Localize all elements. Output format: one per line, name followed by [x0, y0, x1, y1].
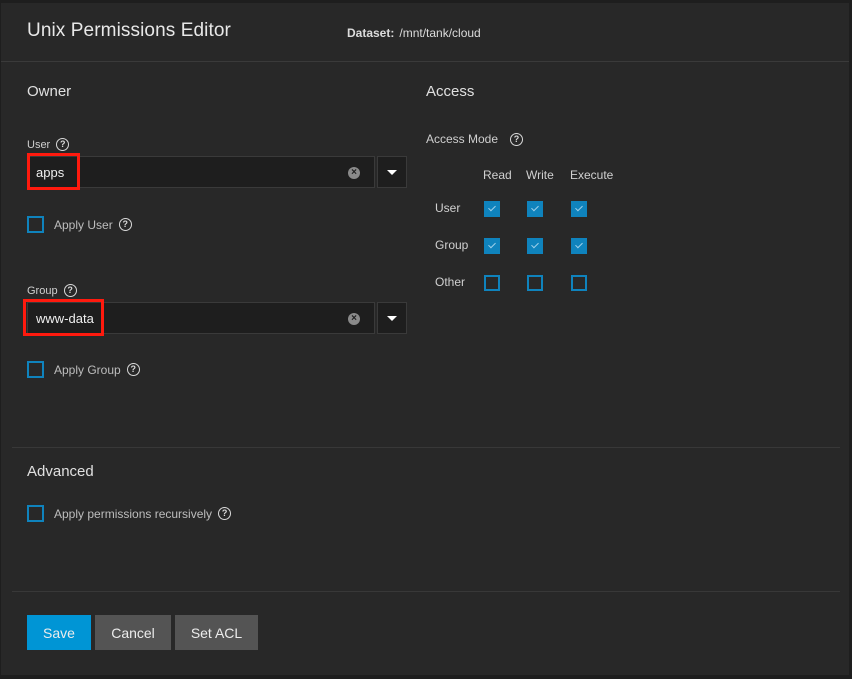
- section-divider: [12, 447, 840, 448]
- apply-group-label: Apply Group: [54, 362, 121, 377]
- page-title: Unix Permissions Editor: [27, 20, 231, 41]
- apply-user-label: Apply User: [54, 217, 113, 232]
- user-select[interactable]: apps ×: [27, 156, 375, 188]
- help-icon[interactable]: ?: [510, 132, 524, 146]
- cancel-button[interactable]: Cancel: [95, 615, 171, 650]
- group-read-checkbox[interactable]: [484, 238, 500, 254]
- dialog-header: Unix Permissions Editor Dataset: /mnt/tan…: [1, 3, 849, 62]
- help-icon[interactable]: ?: [63, 284, 77, 297]
- owner-section-title: Owner: [27, 83, 72, 100]
- help-icon[interactable]: ?: [126, 363, 140, 376]
- row-label-other: Other: [435, 275, 466, 289]
- set-acl-button[interactable]: Set ACL: [175, 615, 258, 650]
- dataset-path: /mnt/tank/cloud: [399, 26, 481, 40]
- actions-divider: [12, 591, 840, 592]
- help-icon[interactable]: ?: [218, 507, 232, 520]
- group-write-checkbox[interactable]: [527, 238, 543, 254]
- other-read-checkbox[interactable]: [484, 275, 500, 291]
- user-field-label: User ?: [27, 138, 70, 151]
- column-header-execute: Execute: [570, 168, 614, 182]
- user-read-checkbox[interactable]: [484, 201, 500, 217]
- help-icon[interactable]: ?: [56, 138, 70, 151]
- user-write-checkbox[interactable]: [527, 201, 543, 217]
- dataset-label: Dataset:: [347, 26, 395, 40]
- column-header-read: Read: [483, 168, 512, 182]
- group-value: www-data: [36, 311, 94, 326]
- group-label: Group: [27, 284, 58, 297]
- save-button[interactable]: Save: [27, 615, 91, 650]
- clear-icon[interactable]: ×: [348, 313, 360, 325]
- access-mode-label-row: Access Mode ?: [426, 132, 524, 146]
- column-header-write: Write: [526, 168, 554, 182]
- apply-user-checkbox[interactable]: [27, 216, 44, 233]
- other-write-checkbox[interactable]: [527, 275, 543, 291]
- advanced-section-title: Advanced: [27, 463, 94, 480]
- help-icon[interactable]: ?: [118, 218, 132, 231]
- apply-user-checkbox-row[interactable]: Apply User ?: [27, 216, 132, 233]
- apply-group-checkbox[interactable]: [27, 361, 44, 378]
- group-dropdown-button[interactable]: [377, 302, 407, 334]
- user-dropdown-button[interactable]: [377, 156, 407, 188]
- other-execute-checkbox[interactable]: [571, 275, 587, 291]
- user-label: User: [27, 138, 51, 151]
- apply-group-checkbox-row[interactable]: Apply Group ?: [27, 361, 140, 378]
- apply-recursively-label: Apply permissions recursively: [54, 506, 213, 521]
- group-field-label: Group ?: [27, 284, 77, 297]
- group-execute-checkbox[interactable]: [571, 238, 587, 254]
- recursive-checkbox-row[interactable]: Apply permissions recursively ?: [27, 505, 232, 522]
- apply-recursively-checkbox[interactable]: [27, 505, 44, 522]
- user-value: apps: [36, 165, 65, 180]
- row-label-group: Group: [435, 238, 469, 252]
- dataset-info: Dataset: /mnt/tank/cloud: [347, 26, 481, 40]
- access-mode-label: Access Mode: [426, 132, 499, 146]
- group-select[interactable]: www-data ×: [27, 302, 375, 334]
- access-section-title: Access: [426, 83, 475, 100]
- permissions-editor-card: Unix Permissions Editor Dataset: /mnt/tan…: [1, 3, 849, 675]
- row-label-user: User: [435, 201, 461, 215]
- clear-icon[interactable]: ×: [348, 167, 360, 179]
- user-execute-checkbox[interactable]: [571, 201, 587, 217]
